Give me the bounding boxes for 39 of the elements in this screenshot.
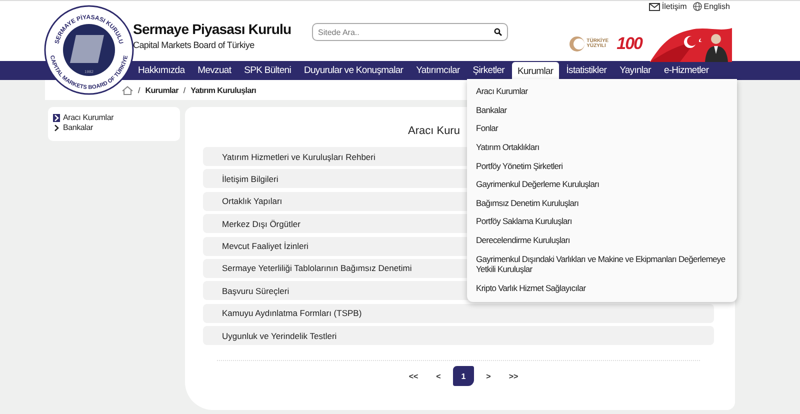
search-icon[interactable] xyxy=(494,28,502,36)
nav-tab[interactable]: e-Hizmetler xyxy=(658,61,715,80)
page-button[interactable]: > xyxy=(478,366,499,386)
nav-tab[interactable]: Yatırımcılar xyxy=(410,61,466,80)
page-button[interactable]: << xyxy=(403,366,424,386)
mail-icon xyxy=(648,2,660,10)
sidebar-item[interactable]: Bankalar xyxy=(53,123,175,132)
search-box[interactable]: Sitede Ara.. xyxy=(312,23,508,41)
page-button[interactable]: 1 xyxy=(453,366,474,386)
section-title: Aracı Kuru xyxy=(408,125,460,139)
breadcrumb-separator: / xyxy=(183,86,186,94)
page-button[interactable]: < xyxy=(428,366,449,386)
page-button[interactable]: >> xyxy=(503,366,524,386)
site-subtitle: Capital Markets Board of Türkiye xyxy=(133,40,256,50)
nav-tab[interactable]: SPK Bülteni xyxy=(238,61,297,80)
search-field[interactable]: Sitede Ara.. xyxy=(318,28,494,36)
nav-tab[interactable]: Hakkımızda xyxy=(132,61,191,80)
nav-tab[interactable]: Yayınlar xyxy=(614,61,657,80)
top-link[interactable]: English xyxy=(692,2,730,11)
anniversary-number: 100 xyxy=(616,34,642,54)
nav-tab[interactable]: İstatistikler xyxy=(560,61,613,80)
menu-item[interactable]: Bankalar xyxy=(467,100,737,120)
home-icon[interactable] xyxy=(122,86,133,94)
accordion-row[interactable]: Kamuyu Aydınlatma Formları (TSPB) xyxy=(203,304,714,323)
top-link[interactable]: İletişim xyxy=(648,2,687,11)
nav-tab[interactable]: Duyurular ve Konuşmalar xyxy=(298,61,410,80)
globe-icon xyxy=(692,2,702,11)
crescent-icon xyxy=(568,36,585,52)
breadcrumb-link[interactable]: Kurumlar xyxy=(145,86,178,94)
breadcrumb-separator: / xyxy=(138,86,140,94)
nav-tab[interactable]: Mevzuat xyxy=(192,61,238,80)
menu-item[interactable]: Fonlar xyxy=(467,119,737,138)
breadcrumb-link[interactable]: Yatırım Kuruluşları xyxy=(190,86,256,94)
nav-tab[interactable]: Kurumlar xyxy=(512,62,560,80)
sidebar-item[interactable]: Aracı Kurumlar xyxy=(53,113,175,122)
nav-tab[interactable]: Şirketler xyxy=(466,61,510,80)
accordion-row[interactable]: Uygunluk ve Yerindelik Testleri xyxy=(203,326,714,346)
site-title: Sermaye Piyasası Kurulu xyxy=(133,21,292,37)
menu-item[interactable]: Aracı Kurumlar xyxy=(467,82,737,101)
